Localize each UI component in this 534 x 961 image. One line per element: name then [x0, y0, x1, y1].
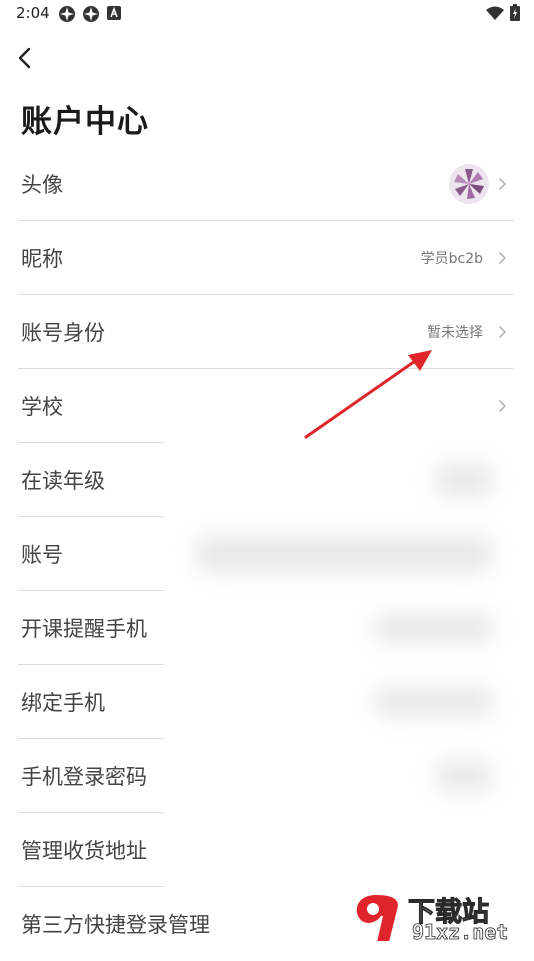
row-label: 学校 [21, 395, 63, 419]
avatar [449, 164, 489, 204]
row-nickname[interactable]: 昵称 学员bc2b [0, 221, 534, 295]
row-value: 学员bc2b [420, 251, 483, 267]
status-icons-left [58, 5, 122, 23]
blurred-value [434, 761, 494, 791]
back-button[interactable] [12, 44, 38, 72]
blurred-value [194, 535, 494, 573]
row-label: 第三方快捷登录管理 [21, 913, 210, 937]
row-grade[interactable]: 在读年级 [0, 443, 534, 517]
row-bind-phone[interactable]: 绑定手机 [0, 665, 534, 739]
row-account[interactable]: 账号 [0, 517, 534, 591]
battery-icon [510, 4, 520, 21]
row-label: 账号 [21, 543, 63, 567]
row-school[interactable]: 学校 [0, 369, 534, 443]
row-label: 管理收货地址 [21, 839, 147, 863]
row-label: 在读年级 [21, 469, 105, 493]
row-label: 头像 [21, 173, 63, 197]
app-icon [59, 6, 75, 22]
watermark-url: 91xz.net [412, 920, 509, 945]
chevron-right-icon [499, 178, 507, 190]
row-label: 开课提醒手机 [21, 617, 147, 641]
chevron-right-icon [499, 400, 507, 412]
status-time: 2:04 [16, 4, 50, 22]
chevron-right-icon [499, 326, 507, 338]
row-value: 暂未选择 [427, 325, 483, 341]
status-icons-right [486, 4, 520, 21]
row-class-reminder-phone[interactable]: 开课提醒手机 [0, 591, 534, 665]
annotation-arrow [304, 350, 432, 439]
page-title: 账户中心 [21, 104, 149, 140]
row-manage-address[interactable]: 管理收货地址 [0, 813, 534, 887]
row-label: 手机登录密码 [21, 765, 147, 789]
blurred-value [374, 613, 494, 643]
row-account-identity[interactable]: 账号身份 暂未选择 [0, 295, 534, 369]
row-login-password[interactable]: 手机登录密码 [0, 739, 534, 813]
row-avatar[interactable]: 头像 [0, 147, 534, 221]
watermark-logo-icon [354, 892, 400, 943]
avatar-flower-icon [449, 164, 489, 204]
wifi-icon [486, 6, 504, 20]
blurred-value [434, 463, 494, 497]
row-label: 绑定手机 [21, 691, 105, 715]
status-bar: 2:04 [0, 0, 534, 30]
blurred-value [374, 687, 494, 717]
chevron-left-icon [18, 47, 31, 69]
settings-list: 头像 昵称 学员bc2b 账号身份 暂未选择 学校 在读年级 账号 开课提醒手机… [0, 147, 534, 961]
row-label: 账号身份 [21, 321, 105, 345]
row-label: 昵称 [21, 247, 63, 271]
app-icon [83, 6, 99, 22]
font-icon [107, 6, 121, 20]
watermark: 下载站 91xz.net [348, 890, 528, 946]
chevron-right-icon [499, 252, 507, 264]
